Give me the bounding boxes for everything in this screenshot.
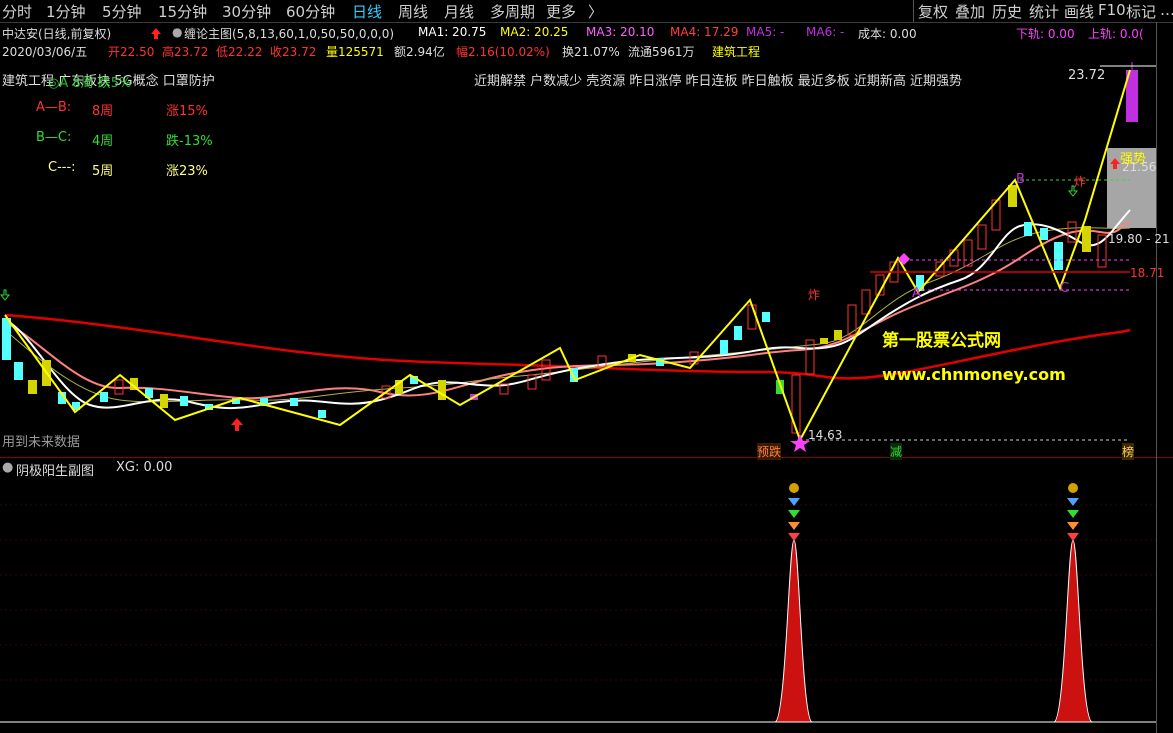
up-arrow-icon: [231, 418, 243, 431]
candle: [747, 304, 757, 330]
signal-spike: [774, 483, 813, 723]
wave-ab-label: A—B:: [36, 100, 72, 115]
signal-spike: [1053, 483, 1093, 723]
cost-value: 成本: 0.00: [858, 27, 917, 41]
wave-ab-pct: 涨15%: [166, 104, 208, 119]
indicator-name[interactable]: 缠论主图(5,8,13,60,1,0,50,50,0,0,0): [184, 25, 394, 42]
candle: [160, 394, 168, 408]
watermark-url: www.chnmoney.com: [882, 365, 1066, 384]
quote-close: 收23.72: [270, 45, 317, 59]
wave-bc-label: B—C:: [36, 130, 72, 145]
quote-float: 流通5961万: [628, 45, 695, 59]
lower-rail: 下轨: 0.00: [1016, 27, 1075, 41]
pre-fall-badge: 预跌: [757, 443, 782, 460]
upper-rail: 上轨: 0.0(: [1088, 27, 1144, 41]
candle: [834, 330, 842, 340]
explode-label: 炸: [808, 288, 821, 302]
point-c-label: C: [1060, 281, 1070, 296]
candle: [290, 398, 298, 406]
stock-name: 中达安(日线,前复权): [2, 27, 112, 41]
diamond-marker: [898, 253, 910, 265]
reduce-badge: 减: [890, 443, 903, 460]
quote-amount: 额2.94亿: [394, 45, 445, 59]
candle: [527, 374, 537, 390]
candle: [762, 312, 770, 322]
candle: [1082, 226, 1091, 252]
ma6-value: MA6: -: [806, 25, 845, 39]
wave-bc-weeks: 4周: [92, 134, 114, 149]
quote-date: 2020/03/06/五: [2, 45, 88, 59]
ma4-value: MA4: 17.29: [670, 25, 739, 39]
explode-label: 炸: [1074, 175, 1087, 189]
subpanel-xg: XG: 0.00: [116, 460, 173, 475]
wave-c-label: C---:: [48, 160, 76, 175]
indicator-gear-icon[interactable]: ●: [172, 25, 182, 39]
candle: [1054, 242, 1063, 270]
candle: [963, 239, 973, 267]
quote-low: 低22.22: [216, 45, 263, 59]
subpanel-title[interactable]: 阴极阳生副图: [16, 460, 94, 479]
point-b-label: B: [1016, 172, 1025, 187]
quote-change: 幅2.16(10.02%): [456, 45, 550, 59]
ma5-value: MA5: -: [746, 25, 785, 39]
watermark-title: 第一股票公式网: [882, 330, 1001, 351]
candle: [318, 410, 326, 418]
price-low-label: 14.63: [808, 428, 843, 442]
strong-label: 强势: [1120, 152, 1147, 167]
wave-bc-pct: 跌-13%: [166, 134, 213, 149]
candlesticks: [2, 185, 1107, 434]
candle: [1024, 222, 1032, 236]
zigzag-line: [4, 69, 1131, 443]
candle: [2, 318, 11, 360]
quote-turnover: 换21.07%: [562, 45, 620, 59]
candle: [28, 380, 37, 394]
down-arrow-icon: [0, 289, 11, 301]
ma3-value: MA3: 20.10: [586, 25, 655, 39]
wave-overlay-text: ◎A 8周 跌5%: [48, 76, 132, 91]
candle: [720, 340, 728, 354]
quote-open: 开22.50: [108, 45, 155, 59]
quote-volume: 量125571: [326, 45, 384, 59]
price-high-label: 23.72: [1068, 68, 1106, 83]
candle: [977, 224, 987, 250]
stock-tags: 近期解禁 户数减少 壳资源 昨日涨停 昨日连板 昨日触板 最近多板 近期新高 近…: [474, 74, 963, 89]
quote-high: 高23.72: [162, 45, 209, 59]
candle: [734, 326, 742, 340]
level-label: 18.71: [1130, 266, 1165, 280]
panel-divider: [0, 457, 1173, 458]
candle: [180, 396, 188, 406]
candle: [1008, 185, 1017, 207]
candle: [1040, 228, 1048, 240]
up-arrow-icon: [151, 28, 161, 39]
candle: [14, 362, 23, 380]
ma1-value: MA1: 20.75: [418, 25, 487, 39]
rank-badge: 榜: [1122, 443, 1135, 460]
ma2-value: MA2: 20.25: [500, 25, 569, 39]
quote-sector: 建筑工程: [712, 45, 761, 59]
candle: [820, 338, 828, 344]
subpanel-gear-icon[interactable]: ●: [2, 460, 13, 475]
wave-c-weeks: 5周: [92, 164, 114, 179]
candle: [791, 374, 801, 434]
level-label: 19.80 - 21: [1108, 232, 1170, 246]
wave-ab-weeks: 8周: [92, 104, 114, 119]
future-data-note: 用到未来数据: [2, 435, 81, 450]
right-axis: [1156, 22, 1157, 733]
point-a-label: A: [912, 286, 921, 301]
wave-c-pct: 涨23%: [166, 164, 208, 179]
candle: [100, 392, 108, 402]
star-marker: [790, 434, 810, 452]
